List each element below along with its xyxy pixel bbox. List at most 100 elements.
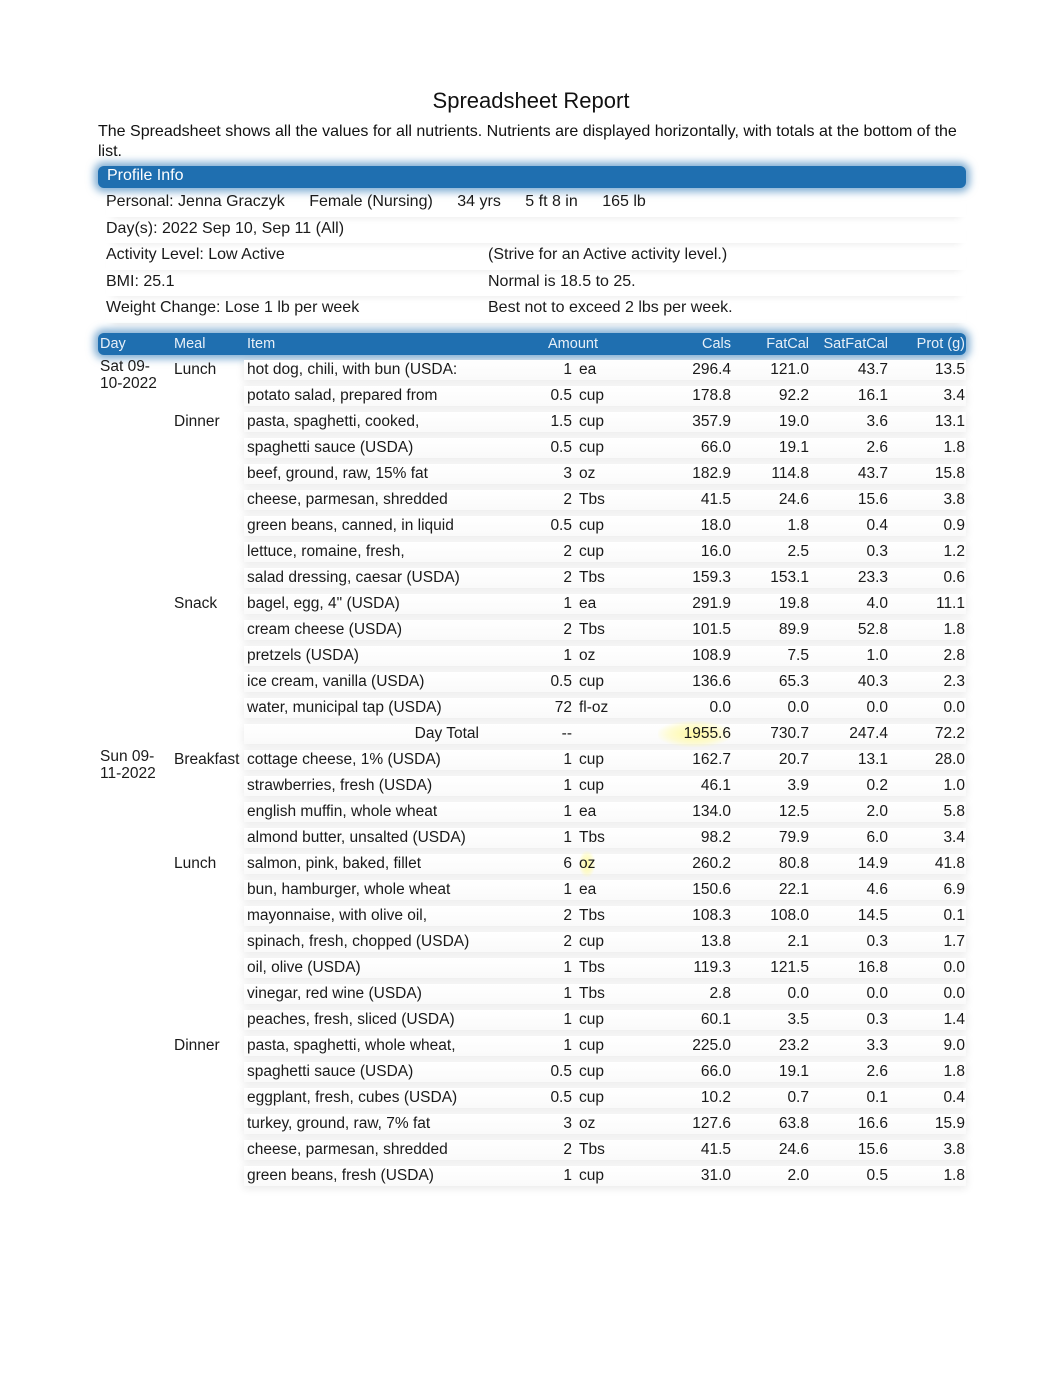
item-cell: pretzels (USDA) — [247, 647, 359, 664]
amount-qty: -- — [561, 725, 572, 742]
prot-cell: 0.0 — [943, 985, 965, 1002]
fatcal-cell: 19.1 — [778, 439, 809, 456]
item-cell: strawberries, fresh (USDA) — [247, 777, 433, 794]
profile-age: 34 yrs — [457, 193, 501, 210]
cals-cell: 31.0 — [700, 1167, 731, 1184]
day-cell: Sat 09- 10-2022 — [100, 358, 157, 392]
amount-unit: cup — [579, 777, 604, 794]
satfatcal-cell: 23.3 — [857, 569, 888, 586]
prot-cell: 2.3 — [943, 673, 965, 690]
fatcal-cell: 22.1 — [778, 881, 809, 898]
satfatcal-cell: 16.1 — [857, 387, 888, 404]
satfatcal-cell: 6.0 — [866, 829, 888, 846]
prot-cell: 11.1 — [935, 595, 965, 612]
table-row: green beans, canned, in liquid 0.5 cup 18.0… — [98, 513, 966, 539]
item-cell: cheese, parmesan, shredded — [247, 491, 448, 508]
prot-cell: 0.0 — [943, 699, 965, 716]
fatcal-cell: 3.9 — [787, 777, 809, 794]
table-row: cream cheese (USDA) 2 Tbs 101.5 89.9 52.8 1.8 — [98, 617, 966, 643]
amount-unit: cup — [579, 1089, 604, 1106]
table-row: vinegar, red wine (USDA) 1 Tbs 2.8 0.0 0.0 0.0 — [98, 981, 966, 1007]
food-table-body: Sat 09- 10-2022 Lunch hot dog, chili, with … — [98, 357, 966, 1189]
fatcal-cell: 63.8 — [778, 1115, 809, 1132]
fatcal-cell: 19.1 — [778, 1063, 809, 1080]
satfatcal-cell: 3.6 — [866, 413, 888, 430]
day-total-label: Day Total — [414, 725, 479, 742]
item-cell: bagel, egg, 4" (USDA) — [247, 595, 400, 612]
profile-gender: Female (Nursing) — [309, 193, 433, 210]
cals-cell: 291.9 — [692, 595, 731, 612]
amount-unit: cup — [579, 543, 604, 560]
amount-unit: ea — [579, 361, 597, 378]
profile-weight-change-note: Best not to exceed 2 lbs per week. — [488, 299, 733, 316]
satfatcal-cell: 4.6 — [866, 881, 888, 898]
amount-qty: 3 — [563, 1115, 572, 1132]
amount-unit: cup — [579, 1011, 604, 1028]
fatcal-cell: 12.5 — [778, 803, 809, 820]
cals-cell: 225.0 — [692, 1037, 731, 1054]
meal-cell: Dinner — [174, 1037, 220, 1054]
satfatcal-cell: 0.3 — [866, 1011, 888, 1028]
prot-cell: 5.8 — [943, 803, 965, 820]
cals-cell: 2.8 — [709, 985, 731, 1002]
amount-unit: Tbs — [579, 621, 605, 638]
prot-cell: 0.0 — [943, 959, 965, 976]
fatcal-cell: 2.5 — [787, 543, 809, 560]
prot-cell: 1.0 — [943, 777, 965, 794]
amount-unit: cup — [579, 1063, 604, 1080]
amount-unit: Tbs — [579, 959, 605, 976]
fatcal-cell: 2.1 — [787, 933, 809, 950]
prot-cell: 1.8 — [943, 1063, 965, 1080]
cals-cell: 13.8 — [700, 933, 731, 950]
amount-qty: 1 — [563, 985, 572, 1002]
amount-unit: ea — [579, 595, 597, 612]
table-row: almond butter, unsalted (USDA) 1 Tbs 98.2 79… — [98, 825, 966, 851]
amount-unit: Tbs — [579, 1141, 605, 1158]
profile-personal-row: Personal: Jenna Graczyk Female (Nursing)… — [106, 190, 966, 217]
column-header-amount: Amount — [548, 336, 598, 352]
cals-cell: 178.8 — [692, 387, 731, 404]
amount-qty: 0.5 — [550, 387, 572, 404]
fatcal-cell: 23.2 — [778, 1037, 809, 1054]
fatcal-cell: 153.1 — [770, 569, 809, 586]
amount-unit: cup — [579, 751, 604, 768]
satfatcal-cell: 0.3 — [866, 543, 888, 560]
column-header-prot: Prot (g) — [916, 336, 965, 352]
column-header-day: Day — [100, 336, 126, 352]
amount-qty: 3 — [563, 465, 572, 482]
fatcal-cell: 89.9 — [778, 621, 809, 638]
amount-unit: Tbs — [579, 907, 605, 924]
prot-cell: 1.8 — [943, 621, 965, 638]
amount-unit: Tbs — [579, 829, 605, 846]
prot-cell: 3.8 — [943, 1141, 965, 1158]
cals-cell: 41.5 — [700, 1141, 731, 1158]
satfatcal-cell: 0.2 — [866, 777, 888, 794]
amount-unit: oz — [579, 1115, 596, 1132]
amount-unit: ea — [579, 803, 597, 820]
amount-unit: oz — [579, 647, 596, 664]
cals-cell: 41.5 — [700, 491, 731, 508]
item-cell: oil, olive (USDA) — [247, 959, 361, 976]
amount-unit: oz — [579, 465, 596, 482]
cals-cell: 296.4 — [692, 361, 731, 378]
item-cell: almond butter, unsalted (USDA) — [247, 829, 466, 846]
meal-cell: Lunch — [174, 855, 217, 872]
fatcal-cell: 19.8 — [778, 595, 809, 612]
meal-cell: Snack — [174, 595, 218, 612]
item-cell: salmon, pink, baked, fillet — [247, 855, 422, 872]
fatcal-cell: 1.8 — [787, 517, 809, 534]
amount-qty: 0.5 — [550, 1089, 572, 1106]
cals-cell: 162.7 — [692, 751, 731, 768]
profile-activity-level: Activity Level: Low Active — [106, 246, 285, 263]
satfatcal-cell: 15.6 — [857, 491, 888, 508]
day-cell: Sun 09- 11-2022 — [100, 748, 156, 782]
fatcal-cell: 2.0 — [787, 1167, 809, 1184]
cals-cell: 136.6 — [692, 673, 731, 690]
cals-cell: 150.6 — [692, 881, 731, 898]
table-row: spaghetti sauce (USDA) 0.5 cup 66.0 19.1 2.6 1… — [98, 435, 966, 461]
fatcal-cell: 7.5 — [787, 647, 809, 664]
prot-cell: 1.2 — [943, 543, 965, 560]
amount-unit: cup — [579, 387, 604, 404]
amount-qty: 1 — [563, 1037, 572, 1054]
fatcal-cell: 20.7 — [778, 751, 809, 768]
